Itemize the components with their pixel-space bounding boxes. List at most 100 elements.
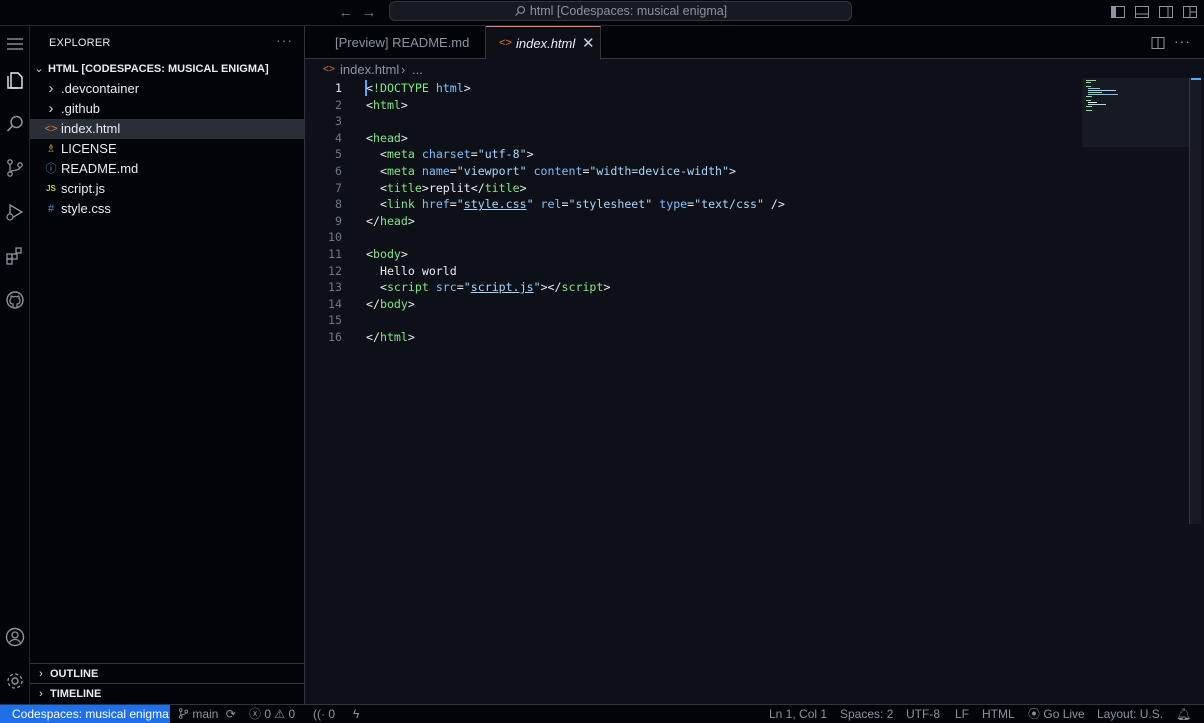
line-number: 4: [335, 130, 342, 145]
go-live-label: Go Live: [1043, 707, 1085, 721]
menu-icon[interactable]: [0, 29, 30, 59]
broadcast-icon: ((·: [313, 707, 325, 721]
tab-index-html[interactable]: <> index.html ✕: [486, 26, 601, 60]
toggle-secondary-sidebar-icon[interactable]: [1158, 4, 1174, 20]
github-icon[interactable]: [0, 285, 30, 315]
line-number: 6: [335, 164, 342, 178]
ports-indicator[interactable]: ((· 0: [313, 705, 335, 723]
timeline-section-header[interactable]: › TIMELINE: [30, 683, 305, 703]
title-bar: ← → html [Codespaces: musical enigma]: [0, 0, 1204, 26]
chevron-right-icon: ›: [39, 688, 43, 700]
code-text: <meta name="viewport" content="width=dev…: [366, 164, 737, 178]
license-file-icon: ♗: [46, 143, 56, 155]
breadcrumb-file[interactable]: index.html: [340, 60, 399, 80]
line-number: 16: [328, 330, 342, 344]
explorer-item[interactable]: <> index.html: [30, 119, 305, 139]
toggle-primary-sidebar-icon[interactable]: [1110, 4, 1126, 20]
split-editor-icon[interactable]: [1150, 35, 1166, 51]
settings-gear-icon[interactable]: [0, 666, 30, 696]
line-number: 3: [335, 114, 342, 129]
tab-readme-preview[interactable]: [Preview] README.md: [305, 26, 486, 59]
explorer-item[interactable]: # style.css: [30, 199, 305, 219]
code-line: 9 </head>: [305, 213, 1185, 230]
error-icon: ⓧ: [249, 707, 262, 721]
code-line: 4 <head>: [305, 130, 1185, 147]
code-line: 11 <body>: [305, 246, 1185, 263]
problems-indicator[interactable]: ⓧ 0 ⚠ 0: [249, 705, 295, 723]
code-text: </html>: [366, 330, 415, 344]
chevron-right-icon: ›: [39, 668, 43, 680]
go-live-button[interactable]: ⦿ Go Live: [1028, 705, 1085, 723]
explorer-item[interactable]: ♗ LICENSE: [30, 139, 305, 159]
code-line: 12 Hello world: [305, 263, 1185, 280]
cursor-position-marker: [1191, 78, 1201, 80]
back-arrow-icon[interactable]: ←: [337, 4, 355, 22]
status-bar: Codespaces: musical enigma main ⟳ ⓧ 0 ⚠ …: [0, 704, 1204, 723]
breadcrumb-more[interactable]: ...: [412, 60, 423, 80]
lightning-icon[interactable]: ϟ: [353, 705, 359, 723]
close-icon[interactable]: ✕: [582, 27, 595, 60]
explorer-item-label: .devcontainer: [61, 81, 140, 96]
code-text: <script src="script.js"></script>: [366, 280, 611, 295]
indentation-indicator[interactable]: Spaces: 2: [840, 705, 893, 723]
chevron-right-icon: ›: [48, 100, 54, 117]
code-line: 3: [305, 113, 1185, 130]
forward-arrow-icon[interactable]: →: [360, 4, 378, 22]
language-mode[interactable]: HTML: [982, 705, 1015, 723]
code-text: Hello world: [366, 263, 457, 278]
line-number: 14: [328, 296, 342, 311]
chevron-right-icon: ›: [48, 80, 54, 97]
editor-more-actions-icon[interactable]: ···: [1174, 34, 1190, 50]
workspace-folder-label: HTML [CODESPACES: MUSICAL ENIGMA]: [48, 63, 269, 75]
timeline-label: TIMELINE: [50, 688, 102, 700]
explorer-item[interactable]: ⓘ README.md: [30, 159, 305, 179]
code-line: 2 <html>: [305, 97, 1185, 114]
code-line: 5 <meta charset="utf-8">: [305, 146, 1185, 163]
command-center[interactable]: html [Codespaces: musical enigma]: [389, 1, 852, 21]
remote-indicator[interactable]: Codespaces: musical enigma: [0, 705, 170, 723]
encoding-indicator[interactable]: UTF-8: [906, 705, 940, 723]
notifications-bell-icon[interactable]: 🔔︎: [1176, 705, 1191, 723]
line-number: 15: [328, 313, 342, 328]
toggle-panel-icon[interactable]: [1134, 4, 1150, 20]
outline-section-header[interactable]: › OUTLINE: [30, 663, 305, 683]
explorer-item[interactable]: › .devcontainer: [30, 79, 305, 99]
run-and-debug-icon[interactable]: [0, 197, 30, 227]
tab-label: [Preview] README.md: [335, 35, 470, 50]
sync-icon[interactable]: ⟳: [226, 707, 236, 721]
search-icon[interactable]: [0, 109, 30, 139]
code-text: <head>: [366, 130, 408, 145]
explorer-item-label: .github: [61, 101, 101, 116]
explorer-files-icon[interactable]: [0, 65, 30, 95]
html-file-icon: <>: [323, 64, 335, 75]
explorer-item[interactable]: JS script.js: [30, 179, 305, 199]
html-file-icon: <>: [44, 123, 58, 135]
explorer-item[interactable]: › .github: [30, 99, 305, 119]
code-line: 10: [305, 229, 1185, 246]
code-line: 6 <meta name="viewport" content="width=d…: [305, 163, 1185, 180]
accounts-icon[interactable]: [0, 622, 30, 652]
branch-label: main: [192, 707, 219, 721]
line-number: 1: [335, 81, 342, 95]
eol-indicator[interactable]: LF: [955, 705, 969, 723]
code-text: </body>: [366, 296, 415, 311]
js-file-icon: JS: [46, 184, 56, 193]
source-control-icon[interactable]: [0, 153, 30, 183]
extensions-icon[interactable]: [0, 241, 30, 271]
activity-bar: [0, 26, 30, 704]
cursor-position[interactable]: Ln 1, Col 1: [769, 705, 827, 723]
vertical-scrollbar[interactable]: [1189, 78, 1201, 524]
keyboard-layout[interactable]: Layout: U.S.: [1097, 705, 1163, 723]
info-file-icon: ⓘ: [45, 163, 57, 175]
editor-tab-bar: [Preview] README.md <> index.html ✕ ···: [305, 26, 1204, 60]
customize-layout-icon[interactable]: [1182, 4, 1198, 20]
code-line: 7 <title>replit</title>: [305, 180, 1185, 197]
minimap[interactable]: [1082, 78, 1189, 147]
branch-indicator[interactable]: main ⟳: [178, 705, 236, 723]
remote-label: Codespaces: musical enigma: [12, 707, 169, 721]
explorer-more-actions-icon[interactable]: ···: [276, 32, 293, 48]
line-number: 8: [335, 197, 342, 212]
command-center-label: html [Codespaces: musical enigma]: [529, 4, 728, 18]
broadcast-icon: ⦿: [1028, 707, 1041, 721]
workspace-folder-header[interactable]: ⌄ HTML [CODESPACES: MUSICAL ENIGMA]: [30, 59, 305, 79]
